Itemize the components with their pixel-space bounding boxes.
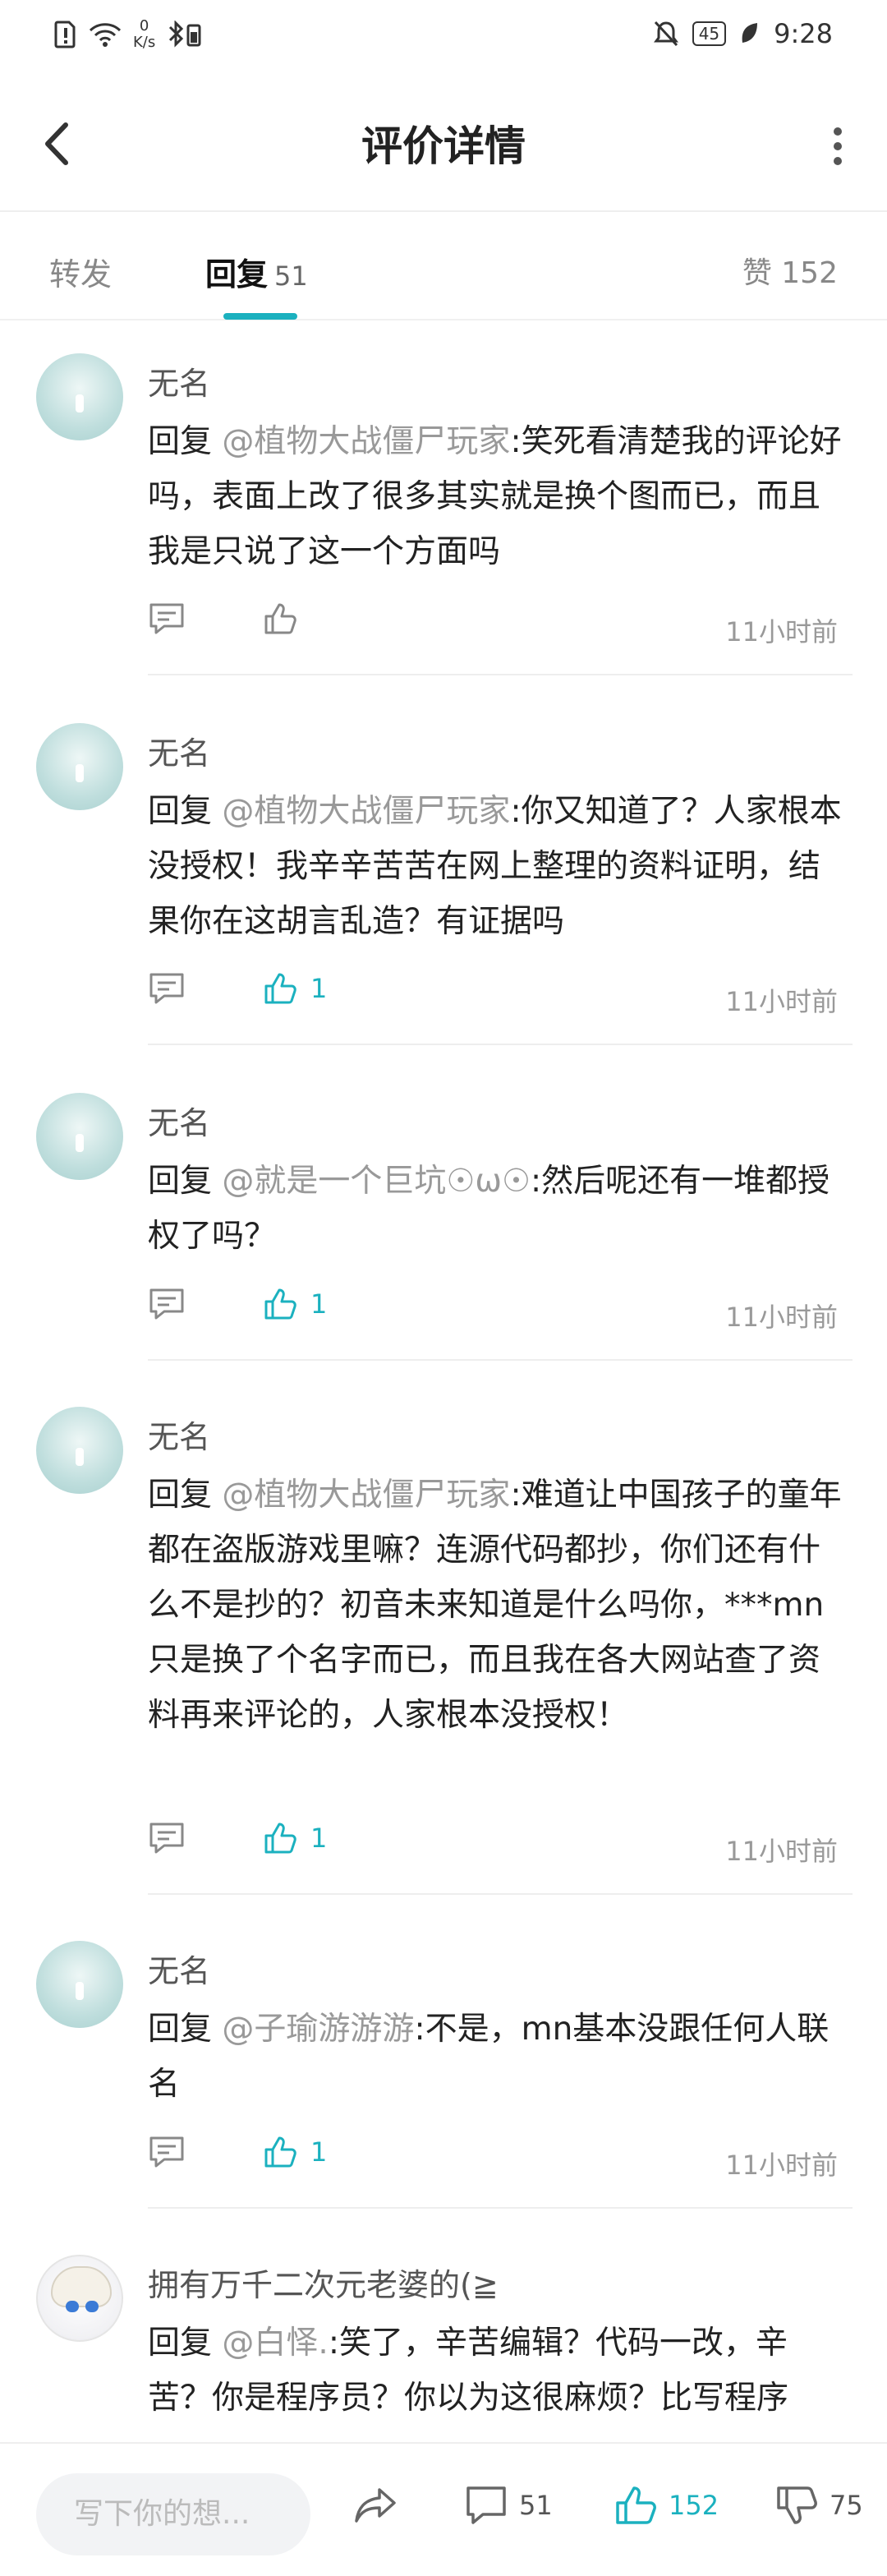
comment-text: 回复 @就是一个巨坑☉ω☉:然后呢还有一堆都授权了吗？ (148, 1163, 830, 1255)
timestamp: 11小时前 (725, 986, 838, 1017)
comment-list: 无名 回复 @植物大战僵尸玩家:笑死看清楚我的评论好吗，表面上改了很多其实就是换… (0, 322, 887, 2470)
like-button[interactable]: 1 (263, 2135, 327, 2169)
thumbs-up-icon (264, 1823, 296, 1854)
comment-text: 回复 @白怿.:笑了，辛苦编辑？代码一改，辛苦？你是程序员？你以为这很麻烦？比写… (148, 2325, 789, 2417)
thumbs-up-icon (264, 1288, 296, 1320)
reply-icon[interactable] (148, 1821, 186, 1855)
username[interactable]: 无名 (148, 358, 210, 403)
divider (148, 2207, 853, 2209)
divider (148, 1044, 853, 1045)
like-button[interactable]: 1 (263, 1821, 327, 1855)
avatar[interactable] (36, 1407, 123, 1494)
tab-likes-label: 赞 (742, 256, 772, 290)
active-tab-indicator (223, 313, 297, 320)
tab-likes-count: 152 (781, 256, 838, 290)
mention-link[interactable]: @就是一个巨坑☉ω☉ (222, 1163, 531, 1200)
thumbs-down-icon (777, 2486, 817, 2524)
comments-button[interactable]: 51 (465, 2485, 553, 2526)
comment-actions: 1 11小时前 (148, 971, 838, 1021)
like-count: 1 (310, 1288, 328, 1320)
timestamp: 11小时前 (725, 1302, 838, 1333)
mention-link[interactable]: @子瑜游游游 (222, 2011, 414, 2048)
leaf-icon (742, 23, 758, 43)
comment-actions: 1 11小时前 (148, 2135, 838, 2184)
username[interactable]: 无名 (148, 1412, 210, 1457)
like-count: 1 (310, 1823, 328, 1854)
mention-link[interactable]: @植物大战僵尸玩家 (222, 1477, 510, 1514)
share-icon (355, 2488, 396, 2523)
comment-actions: 11小时前 (148, 601, 838, 651)
thumbs-up-icon (264, 603, 296, 634)
page-title: 评价详情 (361, 122, 526, 170)
comment-actions: 1 11小时前 (148, 1821, 838, 1870)
tab-reply-count: 51 (274, 260, 308, 292)
comment-item: 无名 回复 @子瑜游游游:不是，mn基本没跟任何人联名 1 11小时前 (0, 1910, 887, 2223)
avatar[interactable] (36, 723, 123, 810)
comment-text: 回复 @子瑜游游游:不是，mn基本没跟任何人联名 (148, 2011, 830, 2103)
like-button[interactable] (263, 601, 310, 636)
reply-icon[interactable] (148, 971, 186, 1006)
timestamp: 11小时前 (725, 616, 838, 647)
comment-text: 回复 @植物大战僵尸玩家:你又知道了？人家根本没授权！我辛辛苦苦在网上整理的资料… (148, 793, 842, 940)
thumbs-up-icon (616, 2486, 656, 2524)
tab-forward[interactable]: 转发 (49, 249, 112, 294)
reply-icon[interactable] (148, 601, 186, 636)
comment-input[interactable]: 写下你的想... (36, 2473, 310, 2555)
mute-bell-icon (653, 21, 678, 47)
timestamp: 11小时前 (725, 1836, 838, 1867)
tab-bar: 转发 回复 51 赞 152 (0, 212, 887, 320)
battery-indicator: 45 (692, 21, 727, 46)
timestamp: 11小时前 (725, 2150, 838, 2181)
mention-link[interactable]: @植物大战僵尸玩家 (222, 423, 510, 460)
avatar[interactable] (36, 353, 123, 440)
bluetooth-battery-icon (169, 21, 201, 48)
share-button[interactable] (353, 2485, 399, 2526)
avatar[interactable] (36, 1941, 123, 2028)
reply-icon[interactable] (148, 1287, 186, 1321)
thumbs-up-icon (264, 973, 296, 1004)
divider (148, 1359, 853, 1361)
tab-reply-label: 回复 (205, 256, 269, 293)
like-total-count: 152 (669, 2490, 719, 2521)
comment-item: 无名 回复 @植物大战僵尸玩家:你又知道了？人家根本没授权！我辛辛苦苦在网上整理… (0, 692, 887, 1062)
mention-link[interactable]: @植物大战僵尸玩家 (222, 793, 510, 830)
dislike-button[interactable]: 75 (775, 2485, 863, 2526)
sim-alert-icon (54, 21, 76, 48)
comment-item: 无名 回复 @植物大战僵尸玩家:笑死看清楚我的评论好吗，表面上改了很多其实就是换… (0, 322, 887, 692)
bottom-action-bar: 写下你的想... 51 152 75 (0, 2442, 887, 2576)
username[interactable]: 无名 (148, 1946, 210, 1991)
comment-count: 51 (519, 2490, 553, 2521)
divider (148, 674, 853, 675)
like-count: 1 (310, 973, 328, 1004)
comment-text: 回复 @植物大战僵尸玩家:难道让中国孩子的童年都在盗版游戏里嘛？连源代码都抄，你… (148, 1477, 842, 1734)
comment-item: 拥有万千二次元老婆的(≧ 回复 @白怿.:笑了，辛苦编辑？代码一改，辛苦？你是程… (0, 2223, 887, 2470)
divider (148, 1893, 853, 1895)
like-count: 1 (310, 2136, 328, 2168)
mention-link[interactable]: @白怿. (222, 2325, 328, 2362)
avatar[interactable] (36, 1093, 123, 1180)
comment-icon (466, 2486, 506, 2524)
wifi-icon (89, 23, 122, 47)
username[interactable]: 无名 (148, 728, 210, 773)
comment-item: 无名 回复 @就是一个巨坑☉ω☉:然后呢还有一堆都授权了吗？ 1 11小时前 (0, 1062, 887, 1376)
clock: 9:28 (774, 18, 833, 49)
reply-icon[interactable] (148, 2135, 186, 2169)
comment-actions: 1 11小时前 (148, 1287, 838, 1336)
username[interactable]: 拥有万千二次元老婆的(≧ (148, 2260, 499, 2305)
username[interactable]: 无名 (148, 1098, 210, 1143)
app-bar: 评价详情 (0, 72, 887, 212)
dislike-count: 75 (830, 2490, 863, 2521)
more-options-icon[interactable] (821, 122, 854, 171)
tab-likes[interactable]: 赞 152 (742, 249, 838, 292)
status-bar: 0 K/s 45 9:28 (0, 0, 887, 72)
comment-text: 回复 @植物大战僵尸玩家:笑死看清楚我的评论好吗，表面上改了很多其实就是换个图而… (148, 423, 842, 570)
like-total-button[interactable]: 152 (614, 2485, 719, 2526)
thumbs-up-icon (264, 2136, 296, 2168)
net-speed: 0 K/s (133, 17, 156, 51)
tab-reply[interactable]: 回复 51 (205, 249, 308, 294)
avatar[interactable] (36, 2255, 123, 2342)
comment-item: 无名 回复 @植物大战僵尸玩家:难道让中国孩子的童年都在盗版游戏里嘛？连源代码都… (0, 1376, 887, 1910)
like-button[interactable]: 1 (263, 971, 327, 1006)
like-button[interactable]: 1 (263, 1287, 327, 1321)
